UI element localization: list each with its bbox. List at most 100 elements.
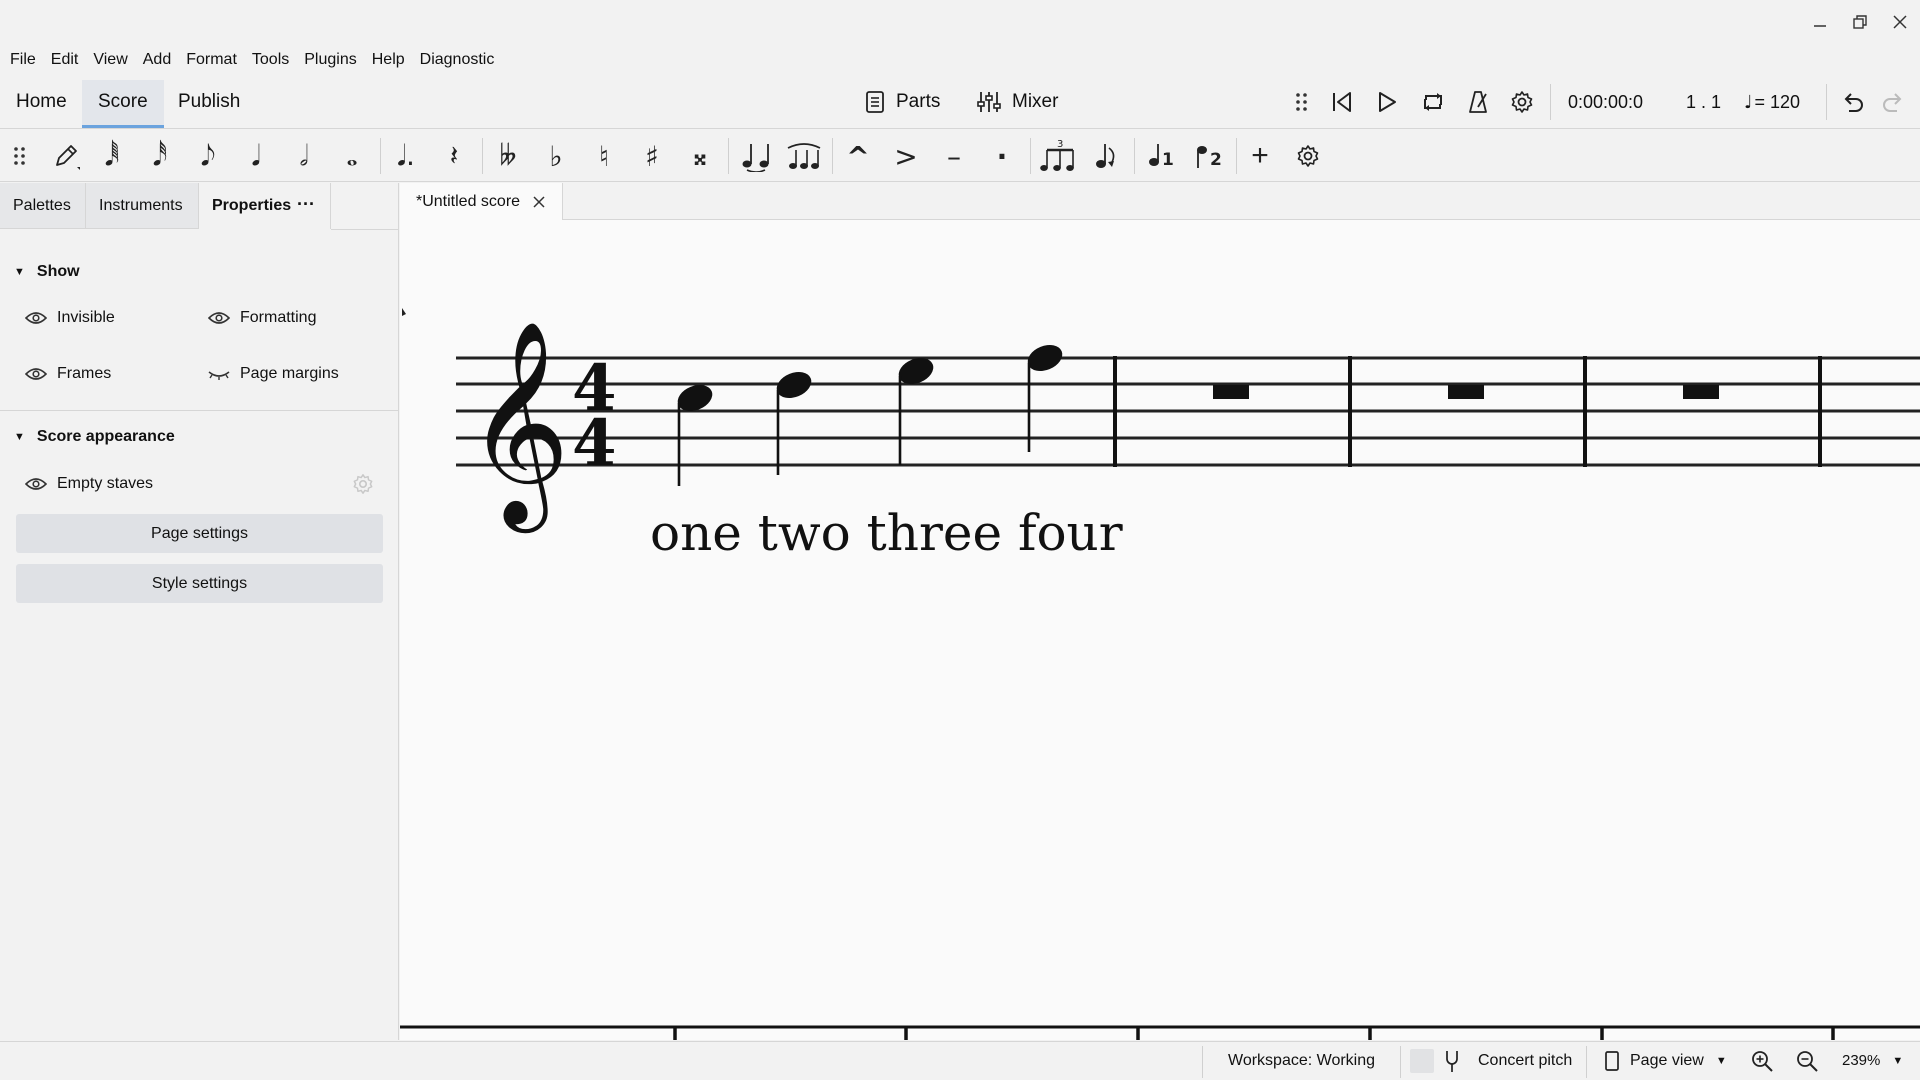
toggle-empty-staves[interactable]: Empty staves [25, 475, 153, 493]
toggle-page-margins[interactable]: Page margins [208, 365, 339, 383]
eye-closed-icon [208, 371, 230, 380]
duration-whole-button[interactable]: 𝅝 [332, 134, 372, 178]
quarter-note-icon: ♩ [1744, 91, 1753, 113]
concert-pitch-toggle[interactable]: Concert pitch [1410, 1042, 1572, 1080]
duration-half-button[interactable]: 𝅗𝅥 [284, 134, 324, 178]
score-canvas[interactable]: 𝄞 4 4 one two three four [400, 220, 1920, 1040]
loop-button[interactable] [1420, 80, 1446, 124]
duration-64th-button[interactable]: 𝅘𝅥𝅱 [92, 134, 132, 178]
mixer-button[interactable]: Mixer [976, 80, 1058, 124]
page-icon [1605, 1051, 1619, 1071]
show-section-header[interactable]: ▼ Show [14, 263, 80, 281]
note-input-mode-button[interactable] [46, 134, 86, 178]
natural-button[interactable]: ♮ [584, 134, 624, 178]
time-signature-bottom[interactable]: 4 [572, 406, 617, 481]
metronome-button[interactable] [1466, 80, 1490, 124]
menu-plugins[interactable]: Plugins [298, 44, 365, 76]
rewind-button[interactable] [1330, 80, 1354, 124]
score-view[interactable]: 𝄞 4 4 one two three four [400, 220, 1920, 1040]
toggle-invisible[interactable]: Invisible [25, 309, 115, 327]
concert-pitch-checkbox[interactable] [1410, 1049, 1434, 1073]
zoom-out-button[interactable] [1795, 1042, 1819, 1080]
duration-32nd-button[interactable]: 𝅘𝅥𝅰 [140, 134, 180, 178]
play-button[interactable] [1376, 80, 1398, 124]
close-tab-icon[interactable] [532, 195, 546, 209]
double-flat-button[interactable]: 𝄫 [488, 134, 528, 178]
view-mode-selector[interactable]: Page view ▼ [1604, 1042, 1727, 1080]
measure-rest[interactable] [1213, 385, 1249, 399]
treble-clef[interactable]: 𝄞 [466, 319, 570, 533]
style-settings-button[interactable]: Style settings [16, 564, 383, 603]
parts-button[interactable]: Parts [864, 80, 940, 124]
voice-1-button[interactable]: 1 [1140, 134, 1180, 178]
redo-button[interactable] [1880, 80, 1906, 124]
tuning-fork-icon [1446, 1051, 1458, 1072]
note-d5[interactable] [773, 367, 815, 475]
empty-staves-settings-button[interactable] [352, 473, 374, 500]
tie-button[interactable] [736, 134, 776, 178]
measure-rest[interactable] [1683, 385, 1719, 399]
minimize-button[interactable] [1802, 6, 1838, 38]
note-toolbar-drag-handle[interactable] [0, 134, 40, 178]
tab-instruments[interactable]: Instruments [86, 183, 199, 229]
undo-button[interactable] [1840, 80, 1866, 124]
menu-help[interactable]: Help [366, 44, 414, 76]
zoom-selector[interactable]: 239% ▼ [1842, 1042, 1903, 1080]
accent-button[interactable]: > [886, 134, 926, 178]
customize-toolbar-button[interactable] [1288, 134, 1328, 178]
pencil-icon [56, 145, 80, 170]
tab-palettes[interactable]: Palettes [0, 183, 86, 229]
note-e5[interactable] [895, 353, 937, 465]
flip-icon [1096, 144, 1115, 168]
playback-settings-button[interactable] [1510, 80, 1534, 124]
workspace-selector[interactable]: Workspace: Working [1228, 1042, 1375, 1080]
tab-underline [331, 229, 399, 230]
measure-rest[interactable] [1448, 385, 1484, 399]
menu-tools[interactable]: Tools [246, 44, 298, 76]
tenuto-button[interactable]: – [934, 134, 974, 178]
sharp-button[interactable]: ♯ [632, 134, 672, 178]
metronome-icon [1469, 91, 1487, 113]
duration-eighth-button[interactable]: 𝅘𝅥𝅮 [188, 134, 228, 178]
rest-button[interactable]: 𝄽 [434, 134, 474, 178]
tab-home[interactable]: Home [0, 80, 83, 128]
flat-button[interactable]: ♭ [536, 134, 576, 178]
show-section-title: Show [36, 263, 80, 280]
slur-button[interactable] [784, 134, 824, 178]
chevron-down-icon: ▼ [1715, 1055, 1727, 1067]
tab-publish[interactable]: Publish [162, 80, 256, 128]
menu-format[interactable]: Format [180, 44, 246, 76]
menu-view[interactable]: View [87, 44, 136, 76]
toggle-frames[interactable]: Frames [25, 365, 111, 383]
toggle-formatting[interactable]: Formatting [208, 309, 316, 327]
augmentation-dot-button[interactable]: 𝅘𝅥. [386, 134, 426, 178]
transport-drag-handle[interactable] [1294, 80, 1310, 124]
menu-diagnostic[interactable]: Diagnostic [414, 44, 504, 76]
duration-quarter-button[interactable]: 𝅘𝅥 [236, 134, 276, 178]
document-tab-bar: *Untitled score [400, 183, 1920, 220]
tab-score[interactable]: Score [82, 80, 164, 128]
properties-panel: Palettes Instruments Properties ··· ▼ Sh… [0, 183, 399, 1040]
document-tab[interactable]: *Untitled score [400, 183, 564, 220]
tuplet-button[interactable]: 3 [1036, 134, 1082, 178]
note-f5[interactable] [1024, 340, 1066, 452]
menu-file[interactable]: File [4, 44, 45, 76]
staccato-button[interactable]: · [982, 134, 1022, 178]
zoom-in-button[interactable] [1750, 1042, 1774, 1080]
voice-2-button[interactable]: 2 [1188, 134, 1228, 178]
maximize-button[interactable] [1842, 6, 1878, 38]
eye-icon [25, 478, 47, 490]
close-window-button[interactable] [1882, 6, 1918, 38]
menu-edit[interactable]: Edit [45, 44, 88, 76]
lyrics-line[interactable]: one two three four [650, 504, 1123, 562]
note-c5[interactable] [674, 380, 716, 486]
page-settings-button[interactable]: Page settings [16, 514, 383, 553]
double-sharp-button[interactable]: 𝄪 [680, 134, 720, 178]
marcato-button[interactable]: ^ [838, 134, 878, 178]
score-appearance-section-header[interactable]: ▼ Score appearance [14, 428, 175, 446]
add-button[interactable]: + [1240, 134, 1280, 178]
staff-lines [456, 356, 1920, 467]
flip-direction-button[interactable] [1086, 134, 1126, 178]
panel-more-button[interactable]: ··· [297, 183, 315, 229]
menu-add[interactable]: Add [137, 44, 180, 76]
